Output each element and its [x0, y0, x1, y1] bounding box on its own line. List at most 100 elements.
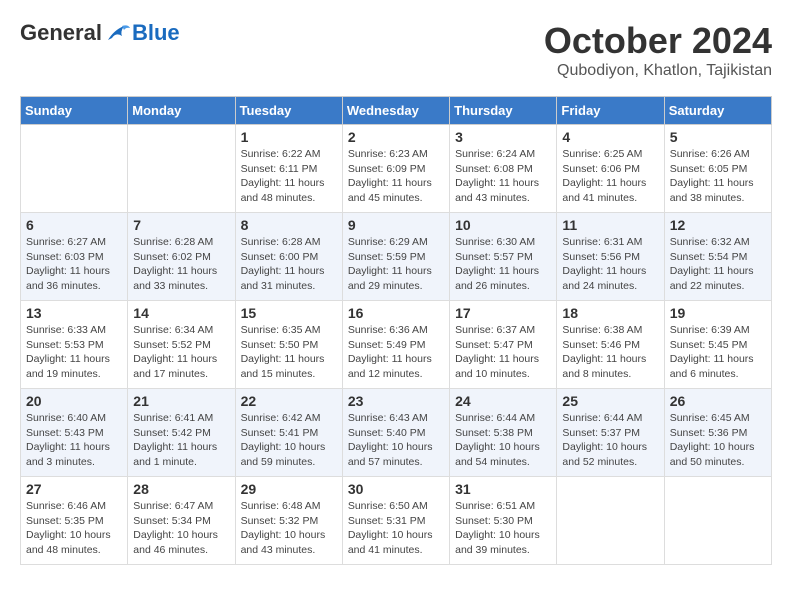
cell-info: Sunrise: 6:42 AM Sunset: 5:41 PM Dayligh… [241, 411, 337, 470]
day-number: 16 [348, 305, 444, 321]
calendar-cell: 1 Sunrise: 6:22 AM Sunset: 6:11 PM Daylig… [235, 125, 342, 213]
calendar-cell: 25 Sunrise: 6:44 AM Sunset: 5:37 PM Dayli… [557, 389, 664, 477]
day-number: 12 [670, 217, 766, 233]
calendar-week-row: 13Sunrise: 6:33 AM Sunset: 5:53 PM Dayli… [21, 301, 772, 389]
cell-info: Sunrise: 6:31 AM Sunset: 5:56 PM Dayligh… [562, 235, 658, 294]
day-number: 15 [241, 305, 337, 321]
calendar-cell: 20 Sunrise: 6:40 AM Sunset: 5:43 PM Dayli… [21, 389, 128, 477]
calendar-day-header: Sunday [21, 97, 128, 125]
calendar-week-row: 20 Sunrise: 6:40 AM Sunset: 5:43 PM Dayli… [21, 389, 772, 477]
calendar-cell: 15 Sunrise: 6:35 AM Sunset: 5:50 PM Dayli… [235, 301, 342, 389]
cell-info: Sunrise: 6:39 AM Sunset: 5:45 PM Dayligh… [670, 323, 766, 382]
calendar-cell: 28 Sunrise: 6:47 AM Sunset: 5:34 PM Dayli… [128, 477, 235, 565]
calendar-cell: 31Sunrise: 6:51 AM Sunset: 5:30 PM Dayli… [450, 477, 557, 565]
calendar-cell [664, 477, 771, 565]
calendar-cell: 8Sunrise: 6:28 AM Sunset: 6:00 PM Daylig… [235, 213, 342, 301]
cell-info: Sunrise: 6:38 AM Sunset: 5:46 PM Dayligh… [562, 323, 658, 382]
calendar-cell: 22 Sunrise: 6:42 AM Sunset: 5:41 PM Dayli… [235, 389, 342, 477]
calendar-day-header: Thursday [450, 97, 557, 125]
page-header: General Blue October 2024 Qubodiyon, Kha… [20, 20, 772, 80]
calendar-cell: 16 Sunrise: 6:36 AM Sunset: 5:49 PM Dayli… [342, 301, 449, 389]
cell-info: Sunrise: 6:40 AM Sunset: 5:43 PM Dayligh… [26, 411, 122, 470]
cell-info: Sunrise: 6:35 AM Sunset: 5:50 PM Dayligh… [241, 323, 337, 382]
day-number: 19 [670, 305, 766, 321]
day-number: 23 [348, 393, 444, 409]
cell-info: Sunrise: 6:23 AM Sunset: 6:09 PM Dayligh… [348, 147, 444, 206]
title-section: October 2024 Qubodiyon, Khatlon, Tajikis… [544, 20, 772, 80]
cell-info: Sunrise: 6:26 AM Sunset: 6:05 PM Dayligh… [670, 147, 766, 206]
calendar-day-header: Saturday [664, 97, 771, 125]
calendar-day-header: Wednesday [342, 97, 449, 125]
day-number: 27 [26, 481, 122, 497]
day-number: 20 [26, 393, 122, 409]
day-number: 2 [348, 129, 444, 145]
cell-info: Sunrise: 6:51 AM Sunset: 5:30 PM Dayligh… [455, 499, 551, 558]
calendar-week-row: 1 Sunrise: 6:22 AM Sunset: 6:11 PM Daylig… [21, 125, 772, 213]
calendar-cell: 14 Sunrise: 6:34 AM Sunset: 5:52 PM Dayli… [128, 301, 235, 389]
day-number: 3 [455, 129, 551, 145]
day-number: 28 [133, 481, 229, 497]
day-number: 25 [562, 393, 658, 409]
cell-info: Sunrise: 6:43 AM Sunset: 5:40 PM Dayligh… [348, 411, 444, 470]
day-number: 11 [562, 217, 658, 233]
calendar-cell: 10 Sunrise: 6:30 AM Sunset: 5:57 PM Dayli… [450, 213, 557, 301]
calendar-cell: 13Sunrise: 6:33 AM Sunset: 5:53 PM Dayli… [21, 301, 128, 389]
calendar-week-row: 6Sunrise: 6:27 AM Sunset: 6:03 PM Daylig… [21, 213, 772, 301]
calendar-cell: 27Sunrise: 6:46 AM Sunset: 5:35 PM Dayli… [21, 477, 128, 565]
day-number: 14 [133, 305, 229, 321]
calendar-cell: 11 Sunrise: 6:31 AM Sunset: 5:56 PM Dayli… [557, 213, 664, 301]
calendar-day-header: Friday [557, 97, 664, 125]
calendar-cell: 12 Sunrise: 6:32 AM Sunset: 5:54 PM Dayli… [664, 213, 771, 301]
cell-info: Sunrise: 6:44 AM Sunset: 5:37 PM Dayligh… [562, 411, 658, 470]
cell-info: Sunrise: 6:50 AM Sunset: 5:31 PM Dayligh… [348, 499, 444, 558]
cell-info: Sunrise: 6:47 AM Sunset: 5:34 PM Dayligh… [133, 499, 229, 558]
logo-bird-icon [104, 22, 132, 44]
location: Qubodiyon, Khatlon, Tajikistan [544, 62, 772, 80]
day-number: 22 [241, 393, 337, 409]
calendar-cell: 18 Sunrise: 6:38 AM Sunset: 5:46 PM Dayli… [557, 301, 664, 389]
cell-info: Sunrise: 6:37 AM Sunset: 5:47 PM Dayligh… [455, 323, 551, 382]
cell-info: Sunrise: 6:44 AM Sunset: 5:38 PM Dayligh… [455, 411, 551, 470]
calendar-table: SundayMondayTuesdayWednesdayThursdayFrid… [20, 96, 772, 565]
calendar-cell: 2 Sunrise: 6:23 AM Sunset: 6:09 PM Daylig… [342, 125, 449, 213]
day-number: 7 [133, 217, 229, 233]
cell-info: Sunrise: 6:22 AM Sunset: 6:11 PM Dayligh… [241, 147, 337, 206]
day-number: 10 [455, 217, 551, 233]
calendar-day-header: Monday [128, 97, 235, 125]
cell-info: Sunrise: 6:34 AM Sunset: 5:52 PM Dayligh… [133, 323, 229, 382]
day-number: 9 [348, 217, 444, 233]
cell-info: Sunrise: 6:28 AM Sunset: 6:02 PM Dayligh… [133, 235, 229, 294]
calendar-cell: 5 Sunrise: 6:26 AM Sunset: 6:05 PM Daylig… [664, 125, 771, 213]
cell-info: Sunrise: 6:32 AM Sunset: 5:54 PM Dayligh… [670, 235, 766, 294]
calendar-cell: 3 Sunrise: 6:24 AM Sunset: 6:08 PM Daylig… [450, 125, 557, 213]
calendar-cell: 23 Sunrise: 6:43 AM Sunset: 5:40 PM Dayli… [342, 389, 449, 477]
calendar-cell: 19 Sunrise: 6:39 AM Sunset: 5:45 PM Dayli… [664, 301, 771, 389]
day-number: 1 [241, 129, 337, 145]
day-number: 18 [562, 305, 658, 321]
day-number: 29 [241, 481, 337, 497]
logo-general-text: General [20, 20, 102, 46]
month-title: October 2024 [544, 20, 772, 62]
calendar-cell: 21Sunrise: 6:41 AM Sunset: 5:42 PM Dayli… [128, 389, 235, 477]
cell-info: Sunrise: 6:33 AM Sunset: 5:53 PM Dayligh… [26, 323, 122, 382]
day-number: 26 [670, 393, 766, 409]
day-number: 5 [670, 129, 766, 145]
calendar-cell [557, 477, 664, 565]
cell-info: Sunrise: 6:30 AM Sunset: 5:57 PM Dayligh… [455, 235, 551, 294]
calendar-cell: 30Sunrise: 6:50 AM Sunset: 5:31 PM Dayli… [342, 477, 449, 565]
day-number: 24 [455, 393, 551, 409]
calendar-cell: 17 Sunrise: 6:37 AM Sunset: 5:47 PM Dayli… [450, 301, 557, 389]
calendar-cell: 24 Sunrise: 6:44 AM Sunset: 5:38 PM Dayli… [450, 389, 557, 477]
cell-info: Sunrise: 6:24 AM Sunset: 6:08 PM Dayligh… [455, 147, 551, 206]
logo-blue-text: Blue [132, 20, 180, 46]
cell-info: Sunrise: 6:36 AM Sunset: 5:49 PM Dayligh… [348, 323, 444, 382]
cell-info: Sunrise: 6:29 AM Sunset: 5:59 PM Dayligh… [348, 235, 444, 294]
calendar-cell: 9 Sunrise: 6:29 AM Sunset: 5:59 PM Daylig… [342, 213, 449, 301]
cell-info: Sunrise: 6:48 AM Sunset: 5:32 PM Dayligh… [241, 499, 337, 558]
cell-info: Sunrise: 6:45 AM Sunset: 5:36 PM Dayligh… [670, 411, 766, 470]
calendar-cell: 29 Sunrise: 6:48 AM Sunset: 5:32 PM Dayli… [235, 477, 342, 565]
day-number: 6 [26, 217, 122, 233]
calendar-cell: 6Sunrise: 6:27 AM Sunset: 6:03 PM Daylig… [21, 213, 128, 301]
day-number: 17 [455, 305, 551, 321]
calendar-day-header: Tuesday [235, 97, 342, 125]
